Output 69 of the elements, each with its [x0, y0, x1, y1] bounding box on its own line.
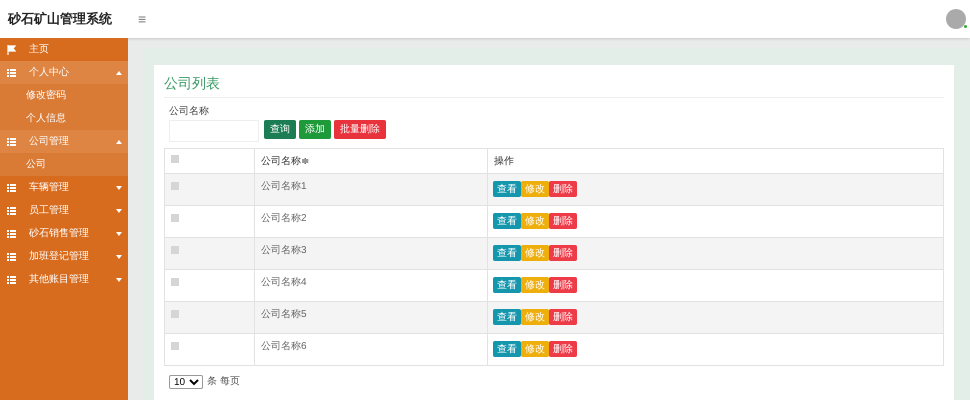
- edit-button[interactable]: 修改: [521, 181, 549, 197]
- grid-icon: [7, 230, 16, 238]
- sidebar-item[interactable]: 公司管理: [0, 130, 128, 153]
- row-checkbox[interactable]: [171, 182, 179, 190]
- row-checkbox[interactable]: [171, 214, 179, 222]
- view-button[interactable]: 查看: [493, 181, 521, 197]
- view-button[interactable]: 查看: [493, 341, 521, 357]
- delete-button[interactable]: 删除: [549, 341, 577, 357]
- caret-down-icon: [116, 186, 122, 190]
- delete-button[interactable]: 批量删除: [334, 120, 386, 139]
- table-cell-text: 公司名称5: [261, 310, 308, 320]
- avatar[interactable]: [946, 9, 966, 29]
- sidebar-item[interactable]: 车辆管理: [0, 176, 128, 199]
- sidebar-item[interactable]: 砂石销售管理: [0, 222, 128, 245]
- delete-button[interactable]: 删除: [549, 245, 577, 261]
- grid-icon: [7, 184, 16, 192]
- search-button[interactable]: 查询: [264, 120, 296, 139]
- table-cell-text: 公司名称2: [261, 214, 308, 224]
- edit-button[interactable]: 修改: [521, 341, 549, 357]
- row-checkbox[interactable]: [171, 246, 179, 254]
- edit-button[interactable]: 修改: [521, 309, 549, 325]
- sidebar-item[interactable]: 加班登记管理: [0, 245, 128, 268]
- delete-button[interactable]: 删除: [549, 213, 577, 229]
- delete-button[interactable]: 删除: [549, 309, 577, 325]
- field-label: 公司名称: [169, 105, 210, 119]
- view-button[interactable]: 查看: [493, 309, 521, 325]
- grid-icon: [7, 206, 16, 214]
- column-header[interactable]: 公司名称≑: [261, 157, 487, 167]
- view-button[interactable]: 查看: [493, 213, 521, 229]
- sidebar-item[interactable]: 主页: [0, 38, 128, 61]
- grid-icon: [7, 276, 16, 284]
- app-title: 砂石矿山管理系统: [8, 10, 113, 28]
- view-button[interactable]: 查看: [493, 245, 521, 261]
- sidebar-subitem[interactable]: 个人信息: [0, 107, 128, 130]
- grid-icon: [7, 252, 16, 260]
- table-cell-text: 公司名称6: [261, 342, 308, 352]
- caret-down-icon: [116, 232, 122, 236]
- grid-icon: [7, 68, 16, 76]
- grid-icon: [7, 138, 16, 146]
- caret-down-icon: [116, 278, 122, 282]
- column-header: 操作: [494, 157, 515, 167]
- sidebar-item[interactable]: 其他账目管理: [0, 268, 128, 291]
- caret-up-icon: [116, 140, 122, 144]
- menu-toggle[interactable]: ≡: [138, 8, 146, 30]
- delete-button[interactable]: 删除: [549, 181, 577, 197]
- page-size-select[interactable]: 10: [169, 374, 203, 388]
- edit-button[interactable]: 修改: [521, 277, 549, 293]
- sidebar-item[interactable]: 员工管理: [0, 199, 128, 222]
- edit-button[interactable]: 修改: [521, 245, 549, 261]
- caret-up-icon: [116, 70, 122, 74]
- sidebar-subitem[interactable]: 公司: [0, 153, 128, 176]
- row-checkbox[interactable]: [171, 342, 179, 350]
- header-checkbox[interactable]: [171, 155, 179, 163]
- sidebar-item[interactable]: 个人中心: [0, 61, 128, 84]
- view-button[interactable]: 查看: [493, 277, 521, 293]
- sidebar-subitem[interactable]: 修改密码: [0, 84, 128, 107]
- caret-down-icon: [116, 254, 122, 258]
- page-size-label: 条 每页: [207, 375, 240, 389]
- caret-down-icon: [116, 208, 122, 212]
- table-cell-text: 公司名称1: [261, 182, 308, 192]
- table-cell-text: 公司名称4: [261, 278, 308, 288]
- add-button[interactable]: 添加: [299, 120, 331, 139]
- table-cell-text: 公司名称3: [261, 246, 308, 256]
- flag-icon: [7, 44, 16, 54]
- edit-button[interactable]: 修改: [521, 213, 549, 229]
- delete-button[interactable]: 删除: [549, 277, 577, 293]
- row-checkbox[interactable]: [171, 278, 179, 286]
- card-title: 公司列表: [164, 73, 944, 98]
- row-checkbox[interactable]: [171, 310, 179, 318]
